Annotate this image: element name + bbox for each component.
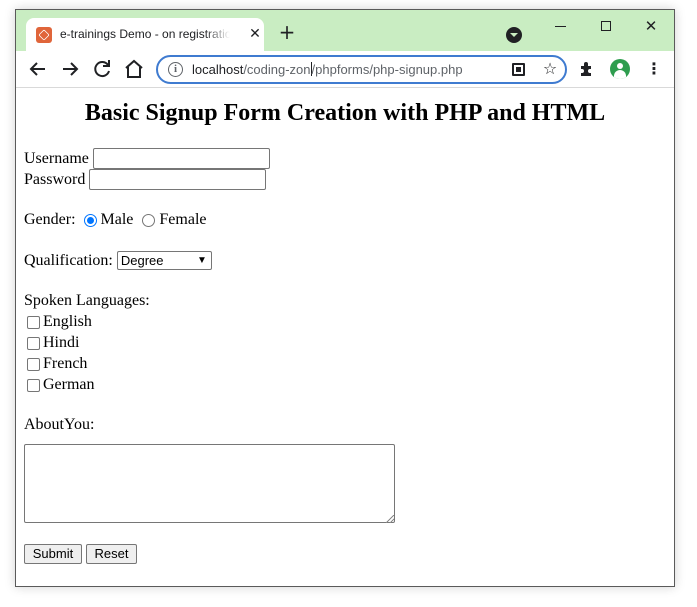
reload-icon <box>94 60 110 78</box>
page-content: Basic Signup Form Creation with PHP and … <box>16 89 674 586</box>
gender-female-label: Female <box>159 211 207 229</box>
back-arrow-icon <box>29 62 45 76</box>
hindi-label: Hindi <box>43 334 80 352</box>
minimize-icon <box>554 25 566 27</box>
username-row: Username <box>24 148 270 169</box>
language-item: English <box>24 313 92 331</box>
qualification-select[interactable]: Degree ▼ <box>116 251 212 270</box>
url-path-end: /phpforms/php-signup.php <box>311 62 463 77</box>
gender-male-label: Male <box>100 211 134 229</box>
minimize-button[interactable] <box>545 16 575 36</box>
about-label: AboutYou: <box>24 416 95 434</box>
bookmark-star-icon[interactable]: ☆ <box>541 59 559 79</box>
language-item: French <box>24 355 87 373</box>
window-close-button[interactable]: ✕ <box>636 16 666 36</box>
extensions-puzzle-icon[interactable] <box>578 60 596 78</box>
url-text[interactable]: localhost/coding-zon/phpforms/php-signup… <box>192 62 492 80</box>
puzzle-icon <box>581 62 591 76</box>
maximize-icon <box>601 21 611 31</box>
german-checkbox[interactable] <box>27 378 40 392</box>
about-heading-row: AboutYou: <box>24 416 94 434</box>
languages-heading-row: Spoken Languages: <box>24 292 150 310</box>
tab-title: e-trainings Demo - on registration <box>60 27 230 41</box>
username-label: Username <box>24 149 89 167</box>
qualification-label: Qualification: <box>24 251 113 269</box>
reload-button[interactable] <box>90 57 114 81</box>
forward-button[interactable] <box>58 57 82 81</box>
maximize-button[interactable] <box>591 16 621 36</box>
browser-window: e-trainings Demo - on registration ✕ + ✕… <box>15 9 675 587</box>
gender-label: Gender: <box>24 211 76 229</box>
password-input[interactable] <box>89 169 267 190</box>
qualification-row: Qualification: Degree ▼ <box>24 251 212 270</box>
forward-arrow-icon <box>63 62 79 76</box>
about-textarea[interactable] <box>24 444 395 523</box>
page-title: Basic Signup Form Creation with PHP and … <box>84 100 606 126</box>
url-host: localhost <box>192 62 244 77</box>
english-checkbox[interactable] <box>27 315 40 329</box>
url-path-start: /coding-zon <box>243 62 311 77</box>
tab-close-icon[interactable]: ✕ <box>246 25 264 43</box>
address-bar[interactable]: i localhost/coding-zon/phpforms/php-sign… <box>156 55 567 84</box>
home-button[interactable] <box>122 57 146 81</box>
new-tab-button[interactable]: + <box>276 21 298 43</box>
browser-menu-icon[interactable]: ⋮ <box>646 59 662 79</box>
browser-tab[interactable]: e-trainings Demo - on registration ✕ <box>26 18 264 51</box>
qr-code-icon[interactable] <box>512 63 525 76</box>
reset-button[interactable]: Reset <box>86 544 137 564</box>
french-checkbox[interactable] <box>27 357 40 371</box>
submit-button[interactable]: Submit <box>24 544 82 564</box>
gender-male-radio[interactable] <box>83 213 97 227</box>
language-item: German <box>24 376 95 394</box>
gender-female-radio[interactable] <box>142 213 156 227</box>
qualification-selected: Degree <box>120 253 164 268</box>
french-label: French <box>43 355 88 373</box>
english-label: English <box>43 313 92 331</box>
gender-row: Gender: Male Female <box>24 211 207 229</box>
resize-handle-icon[interactable] <box>386 515 394 523</box>
browser-toolbar: i localhost/coding-zon/phpforms/php-sign… <box>16 51 674 88</box>
username-input[interactable] <box>92 148 270 169</box>
password-label: Password <box>24 170 86 188</box>
site-info-icon[interactable]: i <box>168 62 183 77</box>
site-favicon-icon <box>36 27 52 43</box>
chevron-down-icon: ▼ <box>196 255 207 266</box>
home-icon <box>125 59 143 78</box>
language-item: Hindi <box>24 334 79 352</box>
german-label: German <box>43 376 95 394</box>
hindi-checkbox[interactable] <box>27 336 40 350</box>
back-button[interactable] <box>26 57 50 81</box>
languages-label: Spoken Languages: <box>24 292 150 310</box>
password-row: Password <box>24 169 267 190</box>
title-bar: e-trainings Demo - on registration ✕ + ✕ <box>16 10 674 51</box>
tab-search-icon[interactable] <box>506 27 522 43</box>
profile-avatar-icon[interactable] <box>610 59 630 79</box>
